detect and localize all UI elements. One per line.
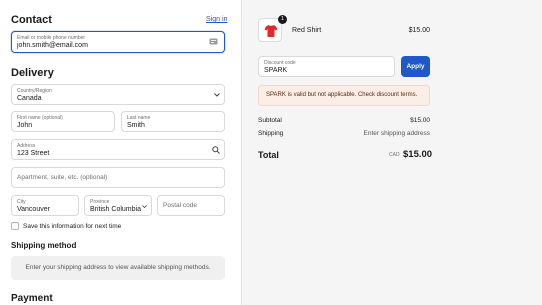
autofill-card-icon[interactable] — [209, 38, 218, 45]
sign-in-link[interactable]: Sign in — [206, 16, 227, 23]
discount-code-label: Discount code — [264, 60, 296, 66]
discount-code-value: SPARK — [264, 67, 288, 74]
product-name: Red Shirt — [292, 27, 322, 34]
country-label: Country/Region — [17, 88, 52, 94]
chevron-down-icon — [142, 205, 147, 209]
email-field-label: Email or mobile phone number — [17, 35, 86, 41]
delivery-heading: Delivery — [11, 67, 54, 79]
subtotal-value: $15.00 — [410, 117, 430, 124]
chevron-down-icon — [214, 93, 220, 97]
quantity-badge: 1 — [278, 15, 287, 24]
country-select[interactable]: Country/Region Canada — [11, 84, 225, 105]
shipping-value: Enter shipping address — [363, 130, 431, 137]
last-name-label: Last name — [127, 115, 151, 121]
apply-discount-button[interactable]: Apply — [401, 56, 430, 77]
province-label: Province — [90, 199, 110, 205]
last-name-field[interactable]: Last name Smith — [121, 111, 225, 132]
postal-code-field[interactable]: Postal code — [157, 195, 225, 216]
email-field-value: john.smith@email.com — [17, 42, 88, 49]
first-name-label: First name (optional) — [17, 115, 63, 121]
payment-heading: Payment — [11, 293, 53, 304]
email-field[interactable]: Email or mobile phone number john.smith@… — [11, 31, 225, 53]
total-currency: CAD — [389, 152, 400, 158]
total-value: $15.00 — [403, 149, 433, 160]
first-name-value: John — [17, 122, 33, 129]
product-price: $15.00 — [408, 27, 430, 34]
search-icon — [212, 146, 220, 154]
address-field[interactable]: Address 123 Street — [11, 139, 225, 160]
shipping-label: Shipping — [258, 130, 284, 137]
first-name-field[interactable]: First name (optional) John — [11, 111, 115, 132]
address-label: Address — [17, 143, 36, 149]
city-field[interactable]: City Vancouver — [11, 195, 79, 216]
subtotal-label: Subtotal — [258, 117, 282, 124]
apartment-field[interactable]: Apartment, suite, etc. (optional) — [11, 167, 225, 188]
checkout-form-panel: Contact Sign in Email or mobile phone nu… — [0, 0, 241, 305]
shipping-method-heading: Shipping method — [11, 241, 77, 250]
red-shirt-image — [264, 25, 278, 37]
contact-heading: Contact — [11, 14, 52, 26]
apartment-placeholder: Apartment, suite, etc. (optional) — [17, 174, 108, 181]
discount-code-field[interactable]: Discount code SPARK — [258, 56, 395, 77]
shipping-method-notice: Enter your shipping address to view avai… — [11, 256, 225, 280]
discount-warning-alert: SPARK is valid but not applicable. Check… — [258, 85, 430, 106]
save-info-label: Save this information for next time — [23, 223, 122, 230]
province-select[interactable]: Province British Columbia — [84, 195, 152, 216]
postal-code-placeholder: Postal code — [163, 202, 197, 209]
last-name-value: Smith — [127, 122, 145, 129]
country-value: Canada — [17, 95, 42, 102]
total-label: Total — [258, 150, 279, 160]
save-info-checkbox[interactable] — [11, 222, 19, 230]
city-label: City — [17, 199, 26, 205]
province-value: British Columbia — [90, 206, 141, 213]
city-value: Vancouver — [17, 206, 50, 213]
address-value: 123 Street — [17, 150, 50, 157]
